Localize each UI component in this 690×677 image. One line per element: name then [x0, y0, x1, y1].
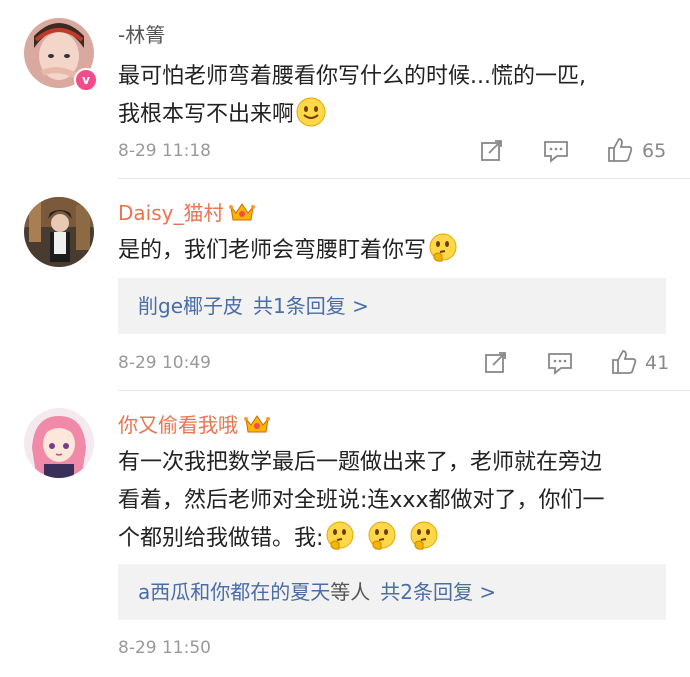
verified-badge-icon: v: [74, 68, 98, 92]
timestamp: 8-29 10:49: [118, 353, 211, 373]
comment-text-line: 我根本写不出来啊: [118, 102, 295, 127]
like-count: 41: [645, 352, 670, 374]
reply-users[interactable]: 削ge椰子皮: [138, 294, 243, 318]
comment-icon[interactable]: [543, 139, 569, 163]
like-count: 65: [642, 140, 667, 162]
thinking-emoji: [429, 233, 457, 262]
username-text[interactable]: Daisy_猫村: [118, 201, 223, 225]
timestamp: 8-29 11:18: [118, 141, 211, 161]
avatar[interactable]: [24, 197, 94, 267]
username[interactable]: Daisy_猫村: [118, 200, 256, 226]
like-icon[interactable]: [610, 348, 638, 376]
repost-icon[interactable]: [484, 351, 508, 375]
comment-text-line: 是的，我们老师会弯腰盯着你写: [118, 238, 427, 263]
timestamp: 8-29 11:50: [118, 638, 211, 658]
comment-text: 是的，我们老师会弯腰盯着你写: [118, 232, 666, 270]
thinking-emoji: [410, 521, 438, 550]
comment-icon[interactable]: [547, 351, 573, 375]
reply-preview[interactable]: a西瓜和你都在的夏天等人 共2条回复 >: [118, 564, 666, 620]
crown-icon: [244, 415, 270, 433]
comment-3: 你又偷看我哦 有一次我把数学最后一题做出来了，老师就在旁边 看着，然后老师对全班…: [0, 392, 690, 677]
divider: [118, 178, 690, 179]
username-text[interactable]: 你又偷看我哦: [118, 413, 238, 437]
like-icon[interactable]: [606, 136, 634, 164]
comment-text: 最可怕老师弯着腰看你写什么的时候...慌的一匹, 我根本写不出来啊: [118, 58, 666, 134]
smile-emoji: [296, 97, 326, 127]
avatar[interactable]: [24, 408, 94, 478]
reply-users-suffix: 等人: [330, 580, 371, 604]
comment-2: Daisy_猫村 是的，我们老师会弯腰盯着你写 削ge椰子皮 共1条回复 > 8-…: [0, 180, 690, 392]
reply-count-link[interactable]: 共2条回复 >: [380, 580, 496, 604]
username[interactable]: -林箐: [118, 22, 165, 48]
reply-users[interactable]: a西瓜和你都在的夏天: [138, 580, 330, 604]
reply-count-link[interactable]: 共1条回复 >: [253, 294, 369, 318]
comment-text-line: 有一次我把数学最后一题做出来了，老师就在旁边: [118, 450, 603, 475]
thinking-emoji: [368, 521, 396, 550]
thinking-emoji: [326, 521, 354, 550]
username[interactable]: 你又偷看我哦: [118, 412, 270, 438]
divider: [118, 390, 690, 391]
comment-text-line: 个都别给我做错。我:: [118, 526, 324, 551]
reply-preview[interactable]: 削ge椰子皮 共1条回复 >: [118, 278, 666, 334]
crown-icon: [229, 203, 256, 221]
repost-icon[interactable]: [480, 139, 504, 163]
comment-1: v -林箐 最可怕老师弯着腰看你写什么的时候...慌的一匹, 我根本写不出来啊 …: [0, 0, 690, 180]
comment-text-line: 看着，然后老师对全班说:连xxx都做对了，你们一: [118, 488, 605, 513]
comment-text-line: 最可怕老师弯着腰看你写什么的时候...慌的一匹,: [118, 64, 586, 89]
comment-text: 有一次我把数学最后一题做出来了，老师就在旁边 看着，然后老师对全班说:连xxx都…: [118, 444, 666, 558]
